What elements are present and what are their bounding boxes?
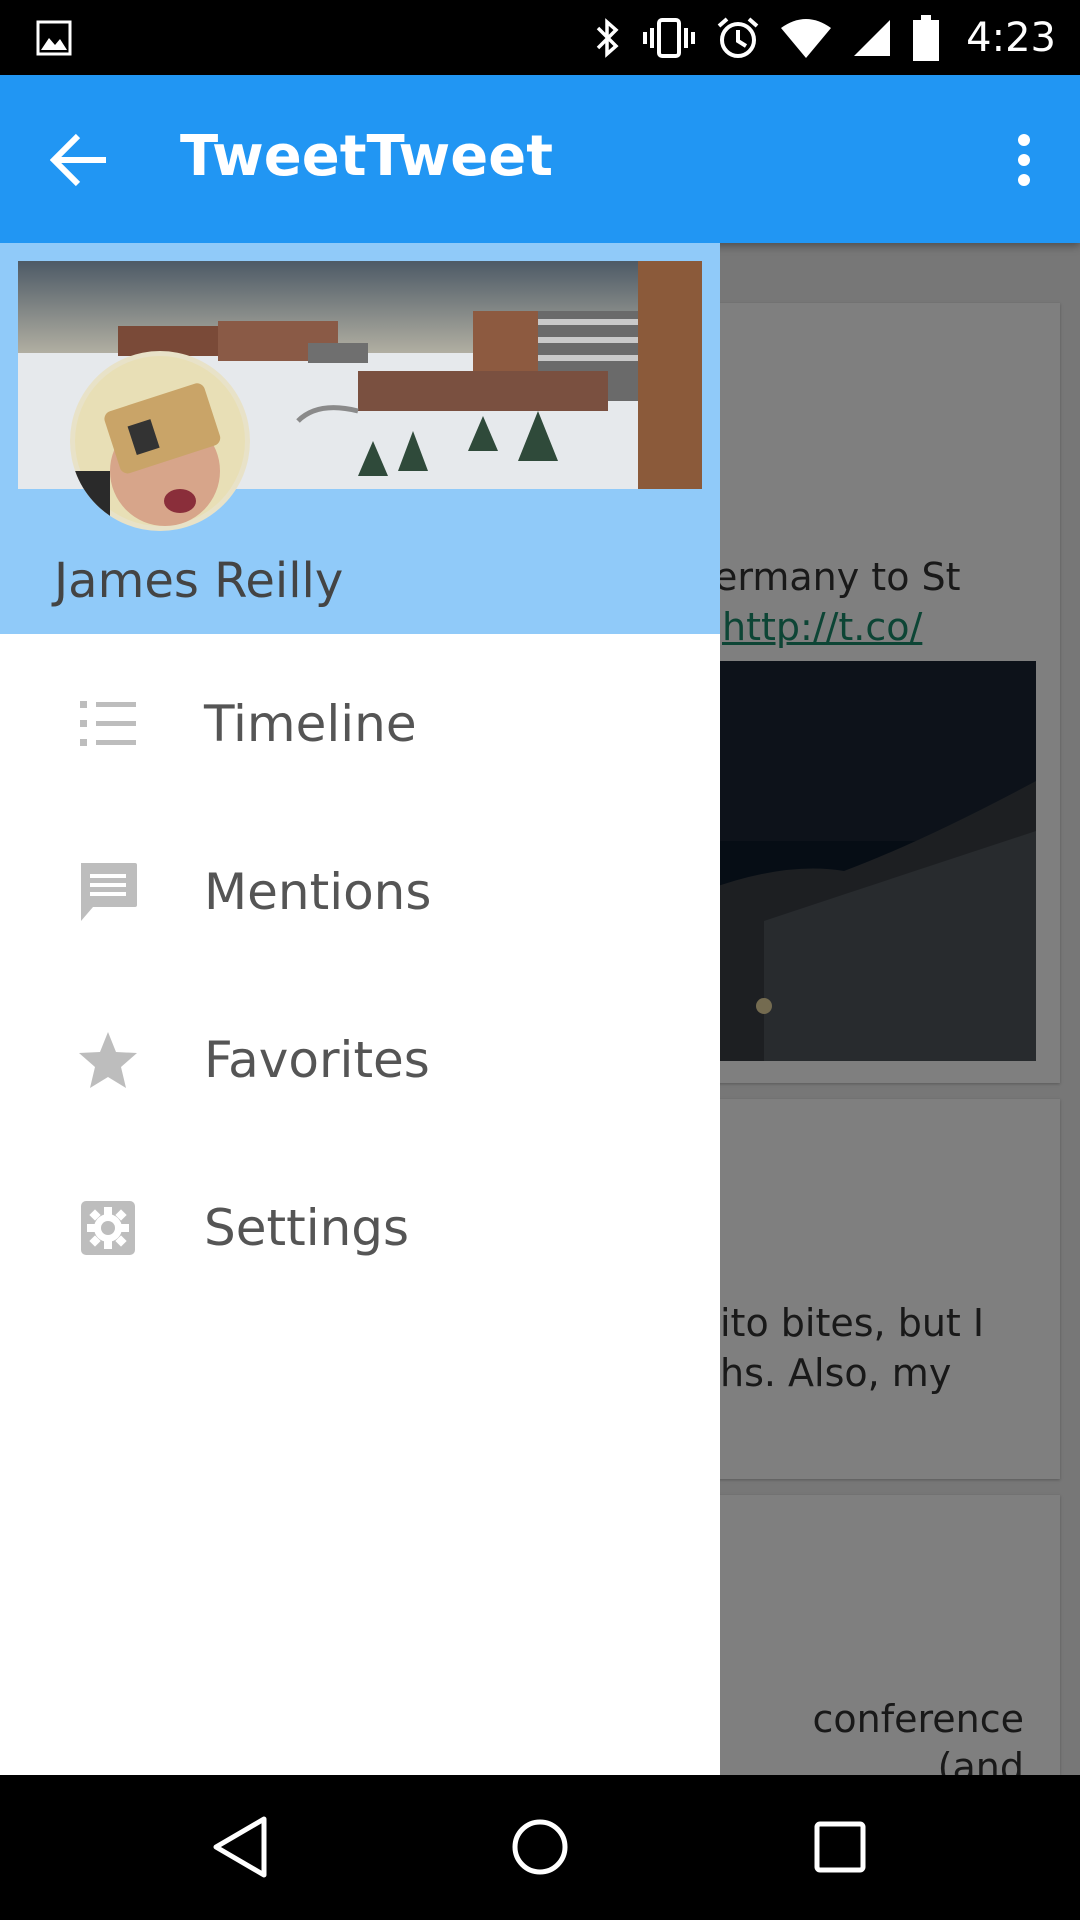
signal-icon — [852, 18, 892, 58]
list-icon — [76, 692, 140, 756]
message-icon — [76, 860, 140, 924]
drawer-item-label: Favorites — [204, 1031, 430, 1089]
drawer-item-label: Timeline — [204, 695, 417, 753]
nav-home-button[interactable] — [490, 1797, 590, 1897]
bluetooth-icon — [594, 16, 622, 60]
drawer-item-settings[interactable]: Settings — [0, 1144, 720, 1312]
app-title: TweetTweet — [180, 124, 554, 189]
status-icons: 4:23 — [594, 0, 1056, 75]
drawer-item-timeline[interactable]: Timeline — [0, 640, 720, 808]
circle-home-icon — [512, 1819, 568, 1875]
battery-icon — [912, 14, 940, 61]
square-recents-icon — [814, 1821, 866, 1873]
image-notification-icon — [36, 20, 72, 56]
user-name: James Reilly — [54, 553, 344, 609]
app-bar: TweetTweet — [0, 75, 1080, 243]
nav-recents-button[interactable] — [790, 1797, 890, 1897]
star-icon — [76, 1028, 140, 1092]
drawer-item-label: Mentions — [204, 863, 432, 921]
triangle-back-icon — [213, 1816, 267, 1878]
status-bar: 4:23 — [0, 0, 1080, 75]
arrow-back-icon — [50, 133, 106, 187]
clock: 4:23 — [966, 14, 1056, 61]
navigation-drawer: James Reilly Timeline Mentions Favorites… — [0, 243, 720, 1775]
drawer-header: James Reilly — [0, 243, 720, 634]
navigation-bar — [0, 1775, 1080, 1920]
avatar[interactable] — [70, 351, 250, 531]
drawer-item-favorites[interactable]: Favorites — [0, 976, 720, 1144]
overflow-menu-button[interactable] — [992, 120, 1056, 200]
wifi-icon — [780, 18, 832, 58]
alarm-icon — [716, 16, 760, 60]
more-vert-icon — [1018, 134, 1030, 186]
drawer-item-label: Settings — [204, 1199, 410, 1257]
vibrate-icon — [642, 16, 696, 60]
gear-icon — [76, 1196, 140, 1260]
drawer-item-mentions[interactable]: Mentions — [0, 808, 720, 976]
nav-back-button[interactable] — [190, 1797, 290, 1897]
back-button[interactable] — [40, 120, 120, 200]
